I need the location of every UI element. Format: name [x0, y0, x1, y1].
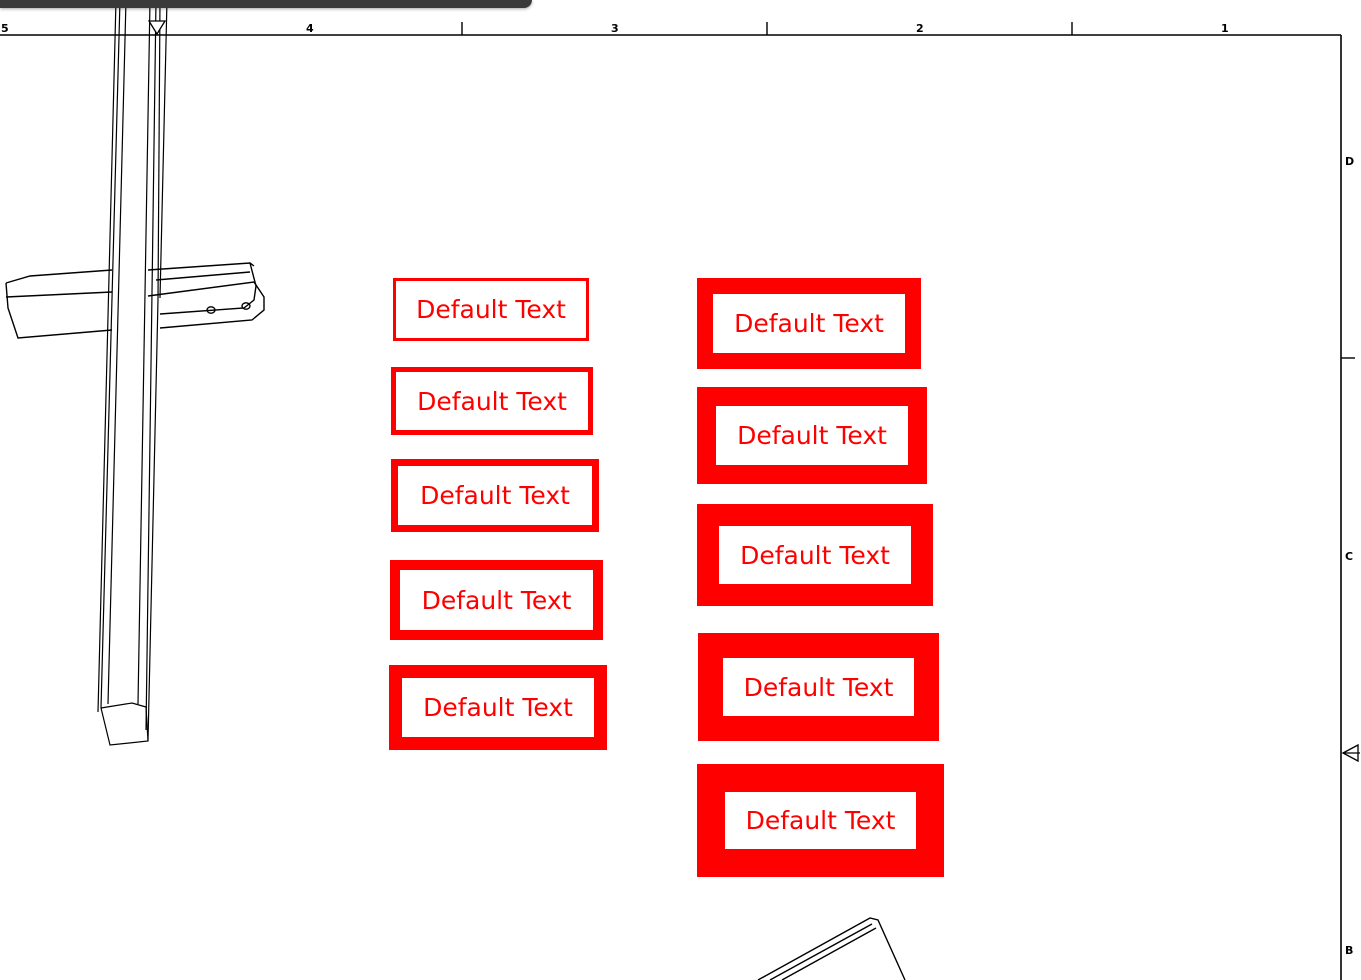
text-annotation[interactable]: Default Text [390, 560, 603, 640]
drawing-sheet [0, 0, 1355, 980]
text-annotation[interactable]: Default Text [697, 764, 944, 877]
row-label: C [1345, 550, 1354, 563]
text-annotation[interactable]: Default Text [391, 459, 599, 532]
annotation-text[interactable]: Default Text [740, 543, 890, 568]
text-annotation[interactable]: Default Text [697, 278, 921, 369]
annotation-text[interactable]: Default Text [416, 297, 566, 322]
annotation-text[interactable]: Default Text [737, 423, 887, 448]
column-label: 3 [611, 22, 619, 35]
text-annotation[interactable]: Default Text [393, 278, 589, 341]
text-annotation[interactable]: Default Text [697, 387, 927, 484]
annotation-text[interactable]: Default Text [423, 695, 573, 720]
triangle-down-icon [148, 20, 166, 36]
crossbar [5, 262, 265, 339]
annotation-text[interactable]: Default Text [417, 389, 567, 414]
text-annotation[interactable]: Default Text [697, 504, 933, 606]
row-label: D [1345, 155, 1355, 168]
annotation-text[interactable]: Default Text [744, 675, 894, 700]
text-annotation[interactable]: Default Text [698, 633, 939, 741]
text-annotation[interactable]: Default Text [389, 665, 607, 750]
row-label: B [1345, 944, 1354, 957]
column-label: 2 [916, 22, 924, 35]
toolbar-strip[interactable] [0, 0, 532, 8]
annotation-text[interactable]: Default Text [420, 483, 570, 508]
annotation-text[interactable]: Default Text [734, 311, 884, 336]
annotation-text[interactable]: Default Text [422, 588, 572, 613]
column-label: 1 [1221, 22, 1229, 35]
bottom-part [757, 917, 906, 980]
annotation-text[interactable]: Default Text [746, 808, 896, 833]
triangle-left-icon [1341, 743, 1360, 763]
text-annotation[interactable]: Default Text [391, 367, 593, 435]
column-label: 4 [306, 22, 314, 35]
drawing-canvas[interactable]: 5 4 3 2 1 D C B Default Text Default Tex… [0, 0, 1361, 980]
column-label: 5 [1, 22, 9, 35]
vertical-beam [97, 0, 168, 746]
